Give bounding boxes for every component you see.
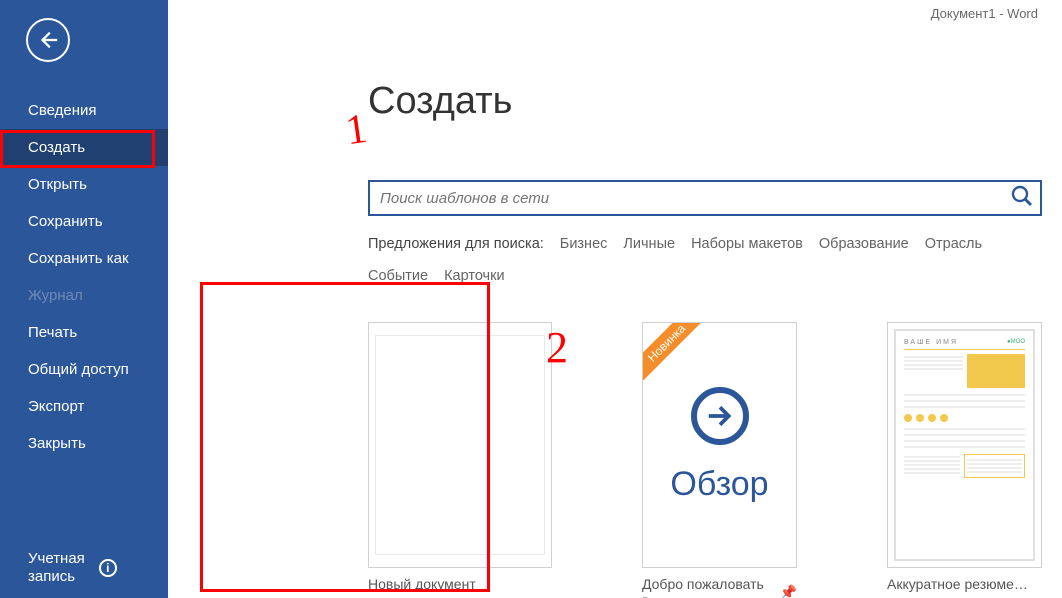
tour-arrow-icon <box>691 387 749 445</box>
nav-item-save-as[interactable]: Сохранить как <box>0 240 168 277</box>
template-card-resume[interactable]: ВАШЕ ИМЯ ●MOO <box>887 322 1042 598</box>
suggestion-link[interactable]: Бизнес <box>560 236 608 252</box>
arrow-left-icon <box>37 29 59 51</box>
nav-item-close[interactable]: Закрыть <box>0 425 168 462</box>
search-icon[interactable] <box>1010 184 1034 213</box>
window-title: Документ1 - Word <box>931 6 1038 21</box>
back-button[interactable] <box>26 18 70 62</box>
template-thumb: Новинка Обзор <box>642 322 797 568</box>
template-search-box[interactable] <box>368 180 1042 216</box>
tour-label: Обзор <box>670 465 768 504</box>
pin-icon[interactable]: 📌 <box>780 584 797 598</box>
nav-item-save[interactable]: Сохранить <box>0 203 168 240</box>
suggestion-link[interactable]: Образование <box>819 236 909 252</box>
page-title: Создать <box>368 80 512 123</box>
suggestion-link[interactable]: Отрасль <box>925 236 982 252</box>
backstage-sidebar: Сведения Создать Открыть Сохранить Сохра… <box>0 0 168 598</box>
nav-item-print[interactable]: Печать <box>0 314 168 351</box>
resume-name-label: ВАШЕ ИМЯ <box>904 339 958 346</box>
template-thumb <box>368 322 552 568</box>
suggestion-link[interactable]: Личные <box>623 236 675 252</box>
suggestion-link[interactable]: Наборы макетов <box>691 236 803 252</box>
resume-brand-label: ●MOO <box>1007 339 1025 346</box>
template-caption: Новый документ <box>368 576 552 592</box>
nav-item-open[interactable]: Открыть <box>0 166 168 203</box>
template-caption: Добро пожаловать в… <box>642 576 774 598</box>
template-card-tour[interactable]: Новинка Обзор Добро пожаловать в… 📌 <box>642 322 797 598</box>
new-ribbon: Новинка <box>642 322 712 388</box>
template-thumb: ВАШЕ ИМЯ ●MOO <box>887 322 1042 568</box>
suggestion-link[interactable]: Событие <box>368 268 428 284</box>
annotation-two: 2 <box>546 322 568 373</box>
suggestions-label: Предложения для поиска: <box>368 236 544 252</box>
account-label: Учетная запись <box>28 550 85 586</box>
nav-item-info[interactable]: Сведения <box>0 92 168 129</box>
nav-item-share[interactable]: Общий доступ <box>0 351 168 388</box>
annotation-one: 1 <box>343 105 370 155</box>
account-row[interactable]: Учетная запись i <box>28 550 117 586</box>
template-gallery: Новый документ Новинка Обзор Добро пожал… <box>368 322 1042 598</box>
template-card-blank[interactable]: Новый документ <box>368 322 552 598</box>
template-search-input[interactable] <box>380 190 1010 207</box>
main-area: Документ1 - Word Создать Предложения для… <box>168 0 1062 598</box>
nav-item-history: Журнал <box>0 277 168 314</box>
template-caption: Аккуратное резюме… <box>887 576 1042 592</box>
nav-item-new[interactable]: Создать <box>0 129 168 166</box>
suggestion-link[interactable]: Карточки <box>444 268 504 284</box>
nav-list: Сведения Создать Открыть Сохранить Сохра… <box>0 92 168 462</box>
search-suggestions: Предложения для поиска: Бизнес Личные На… <box>368 236 1042 284</box>
nav-item-export[interactable]: Экспорт <box>0 388 168 425</box>
info-icon[interactable]: i <box>99 559 117 577</box>
